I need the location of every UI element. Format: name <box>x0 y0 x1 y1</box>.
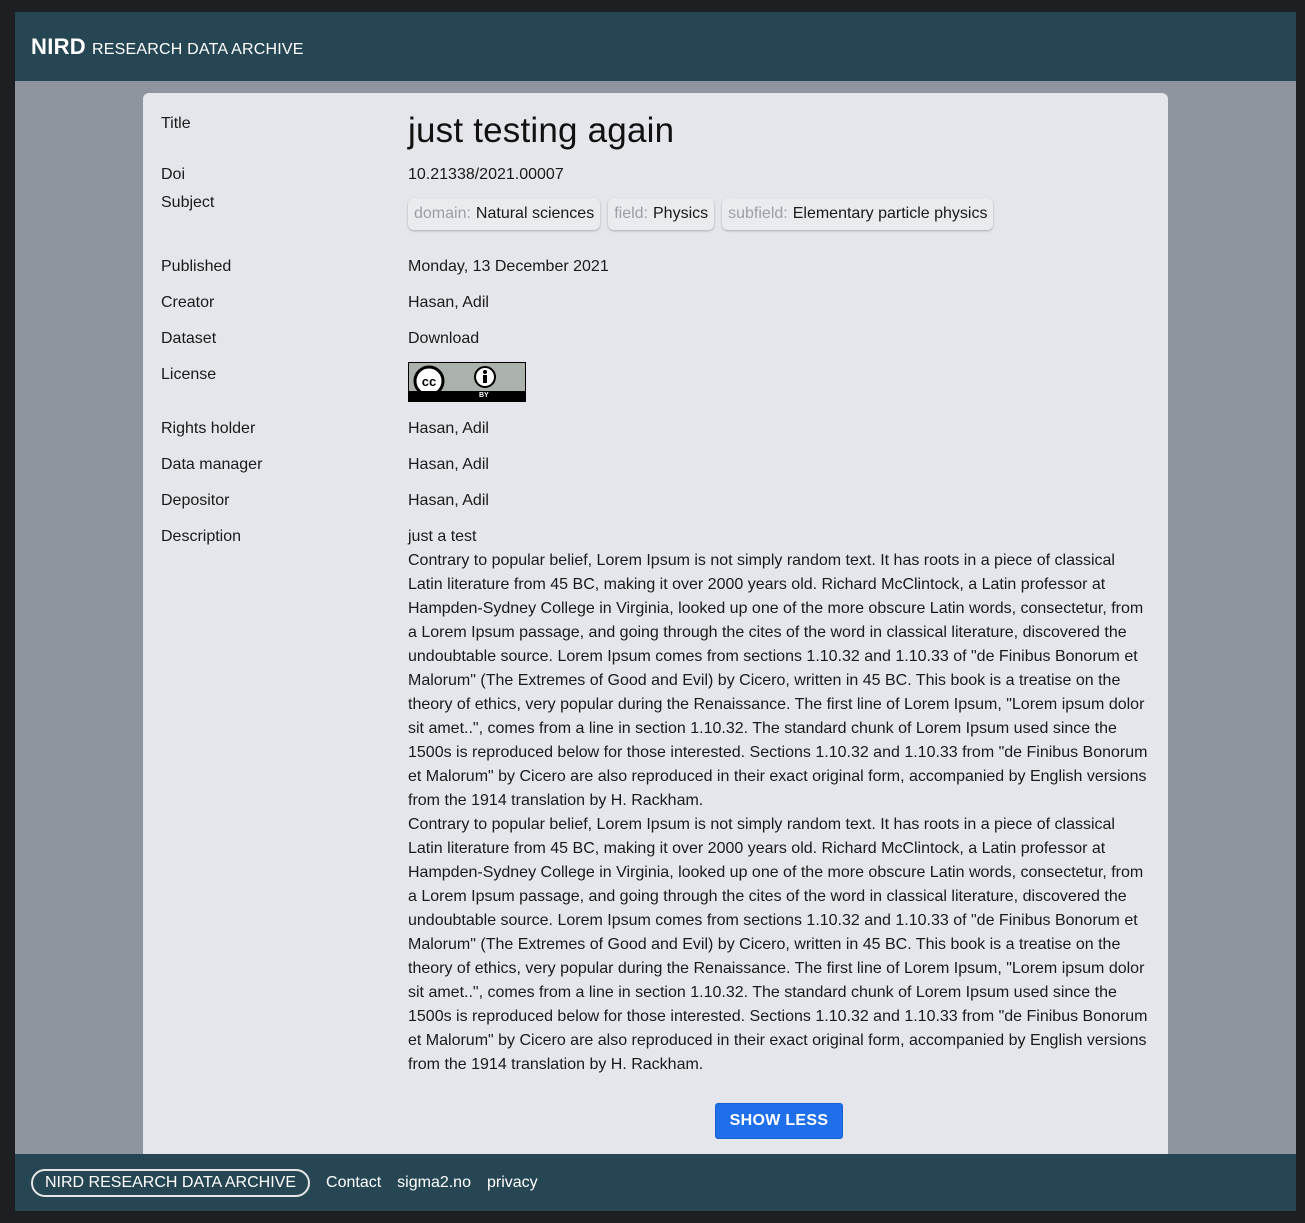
subject-chips: domain: Natural sciences field: Physics subf… <box>408 198 1150 230</box>
description-line: just a test <box>408 528 477 545</box>
subject-chip[interactable]: field: Physics <box>608 198 715 230</box>
rights-holder-value: Hasan, Adil <box>408 420 489 437</box>
subject-chip[interactable]: subfield: Elementary particle physics <box>722 198 994 230</box>
dataset-label: Dataset <box>161 330 217 347</box>
doi-label: Doi <box>161 166 186 183</box>
record-title: just testing again <box>408 111 675 150</box>
footer-link-privacy[interactable]: privacy <box>487 1174 538 1192</box>
subject-chip-key: field: <box>614 205 648 222</box>
rights-holder-label: Rights holder <box>161 420 256 437</box>
published-label: Published <box>161 258 232 275</box>
brand-rest: RESEARCH DATA ARCHIVE <box>91 40 304 58</box>
creator-label: Creator <box>161 294 215 311</box>
subject-chip-value: Physics <box>653 205 709 222</box>
data-manager-value: Hasan, Adil <box>408 456 489 473</box>
license-badge-text: BY <box>479 392 489 399</box>
subject-chip[interactable]: domain: Natural sciences <box>408 198 601 230</box>
description-paragraph: Contrary to popular belief, Lorem Ipsum … <box>408 552 1148 809</box>
description-text: just a test Contrary to popular belief, … <box>408 525 1150 1077</box>
subject-chip-value: Natural sciences <box>475 205 595 222</box>
browser-window: NIRD RESEARCH DATA ARCHIVE Title just te… <box>15 12 1296 1211</box>
site-footer: NIRD RESEARCH DATA ARCHIVE Contact sigma… <box>15 1154 1296 1211</box>
creator-value: Hasan, Adil <box>408 294 489 311</box>
show-less-button[interactable]: SHOW LESS <box>715 1103 843 1139</box>
license-label: License <box>161 366 217 383</box>
subject-chip-key: domain: <box>414 205 471 222</box>
doi-value[interactable]: 10.21338/2021.00007 <box>408 166 1150 184</box>
title-label: Title <box>161 115 191 132</box>
description-paragraph: Contrary to popular belief, Lorem Ipsum … <box>408 816 1148 1073</box>
site-header: NIRD RESEARCH DATA ARCHIVE <box>15 12 1296 81</box>
brand-bold: NIRD <box>31 33 86 59</box>
depositor-value: Hasan, Adil <box>408 492 489 509</box>
subject-chip-value: Elementary particle physics <box>792 205 988 222</box>
footer-link-sigma2[interactable]: sigma2.no <box>397 1174 471 1192</box>
footer-brand[interactable]: NIRD RESEARCH DATA ARCHIVE <box>31 1168 311 1197</box>
footer-link-contact[interactable]: Contact <box>326 1174 381 1192</box>
record-card: Title just testing again Doi 10.21338/20… <box>143 93 1168 1211</box>
site-logo[interactable]: NIRD RESEARCH DATA ARCHIVE <box>31 34 304 60</box>
subject-label: Subject <box>161 194 215 211</box>
published-value: Monday, 13 December 2021 <box>408 258 609 275</box>
cc-by-license-icon[interactable]: cc BY <box>408 362 526 402</box>
data-manager-label: Data manager <box>161 456 263 473</box>
depositor-label: Depositor <box>161 492 230 509</box>
subject-chip-key: subfield: <box>728 205 788 222</box>
dataset-download-link[interactable]: Download <box>408 330 1150 348</box>
svg-text:cc: cc <box>422 374 436 389</box>
description-label: Description <box>161 528 242 545</box>
